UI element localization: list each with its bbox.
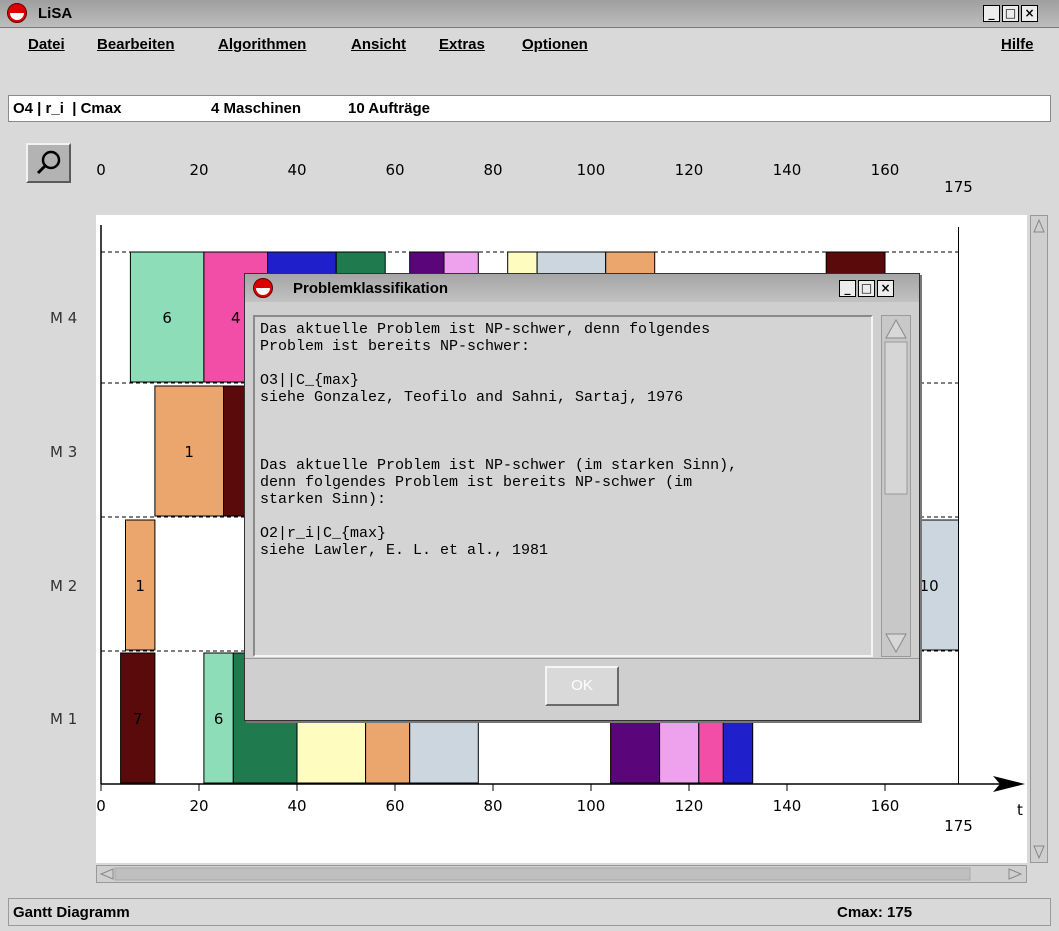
status-cmax: Cmax: 175	[837, 904, 913, 921]
top-tick-label: 20	[189, 161, 208, 179]
x-tick-label: 100	[577, 797, 606, 815]
menu-hilfe[interactable]: Hilfe	[1001, 36, 1034, 53]
menu-bearbeiten[interactable]: Bearbeiten	[97, 36, 175, 53]
status-view-label: Gantt Diagramm	[13, 904, 130, 921]
x-tick-label: 140	[773, 797, 802, 815]
x-tick-label: 0	[96, 797, 106, 815]
job-count: 10 Aufträge	[348, 100, 430, 117]
dialog-logo-icon	[253, 278, 273, 298]
operation-label: 6	[214, 710, 224, 728]
x-tick-label: 60	[385, 797, 404, 815]
machine-label: M 4	[50, 309, 77, 327]
problem-info-bar: O4 | r_i | Cmax 4 Maschinen 10 Aufträge	[8, 95, 1051, 122]
operation-label: 10	[920, 577, 939, 595]
menu-bar: Datei Bearbeiten Algorithmen Ansicht Ext…	[8, 31, 1051, 57]
operation-label: 1	[135, 577, 145, 595]
x-tick-label: 20	[189, 797, 208, 815]
dialog-maximize-button[interactable]: □	[858, 280, 875, 297]
top-tick-label: 80	[483, 161, 502, 179]
menu-extras[interactable]: Extras	[439, 36, 485, 53]
machine-label: M 3	[50, 443, 77, 461]
machine-count: 4 Maschinen	[211, 100, 302, 117]
operation-label: 1	[184, 443, 194, 461]
problem-notation: O4 | r_i | Cmax	[13, 100, 122, 117]
top-time-axis: 0 20 40 60 80 100 120 140 160 175	[96, 161, 973, 196]
x-tick-label: 160	[871, 797, 900, 815]
machine-label: M 2	[50, 577, 77, 595]
maximize-button[interactable]: □	[1002, 5, 1019, 22]
menu-datei[interactable]: Datei	[28, 36, 65, 53]
operation-label: 6	[162, 309, 172, 327]
top-tick-label: 160	[871, 161, 900, 179]
status-bar: Gantt Diagramm Cmax: 175	[8, 898, 1051, 926]
dialog-title-bar: Problemklassifikation _ □ ×	[245, 274, 919, 302]
x-axis-label: t	[1017, 801, 1023, 819]
top-tick-label: 120	[675, 161, 704, 179]
top-end-label: 175	[944, 178, 973, 196]
dialog-message-text: Das aktuelle Problem ist NP-schwer, denn…	[253, 315, 873, 657]
app-logo-icon	[7, 3, 27, 23]
x-end-label: 175	[944, 817, 973, 835]
top-tick-label: 140	[773, 161, 802, 179]
operation-label: 7	[133, 710, 143, 728]
dialog-close-button[interactable]: ×	[877, 280, 894, 297]
menu-algorithmen[interactable]: Algorithmen	[218, 36, 306, 53]
menu-ansicht[interactable]: Ansicht	[351, 36, 406, 53]
machine-label: M 1	[50, 710, 77, 728]
close-button[interactable]: ×	[1021, 5, 1038, 22]
dialog-title: Problemklassifikation	[293, 280, 449, 297]
dialog-vertical-scrollbar[interactable]	[881, 315, 911, 657]
top-tick-label: 60	[385, 161, 404, 179]
minimize-button[interactable]: _	[983, 5, 1000, 22]
x-tick-label: 40	[287, 797, 306, 815]
ok-button[interactable]: OK	[545, 666, 619, 706]
window-title: LiSA	[38, 5, 73, 22]
dialog-divider	[245, 658, 919, 659]
title-bar: LiSA _ □ ×	[0, 0, 1059, 28]
dialog-minimize-button[interactable]: _	[839, 280, 856, 297]
top-tick-label: 0	[96, 161, 106, 179]
chart-horizontal-scrollbar[interactable]	[96, 865, 1027, 883]
operation-label: 4	[231, 309, 241, 327]
x-tick-label: 120	[675, 797, 704, 815]
problem-classification-dialog: Problemklassifikation _ □ × Das aktuelle…	[244, 273, 920, 721]
scroll-arrows-icon	[1033, 218, 1045, 860]
menu-optionen[interactable]: Optionen	[522, 36, 588, 53]
dialog-scroll-arrows-icon	[884, 318, 908, 654]
scroll-arrows-h-icon	[99, 867, 1023, 881]
x-tick-label: 80	[483, 797, 502, 815]
top-tick-label: 100	[577, 161, 606, 179]
chart-vertical-scrollbar[interactable]	[1030, 215, 1048, 863]
top-tick-label: 40	[287, 161, 306, 179]
